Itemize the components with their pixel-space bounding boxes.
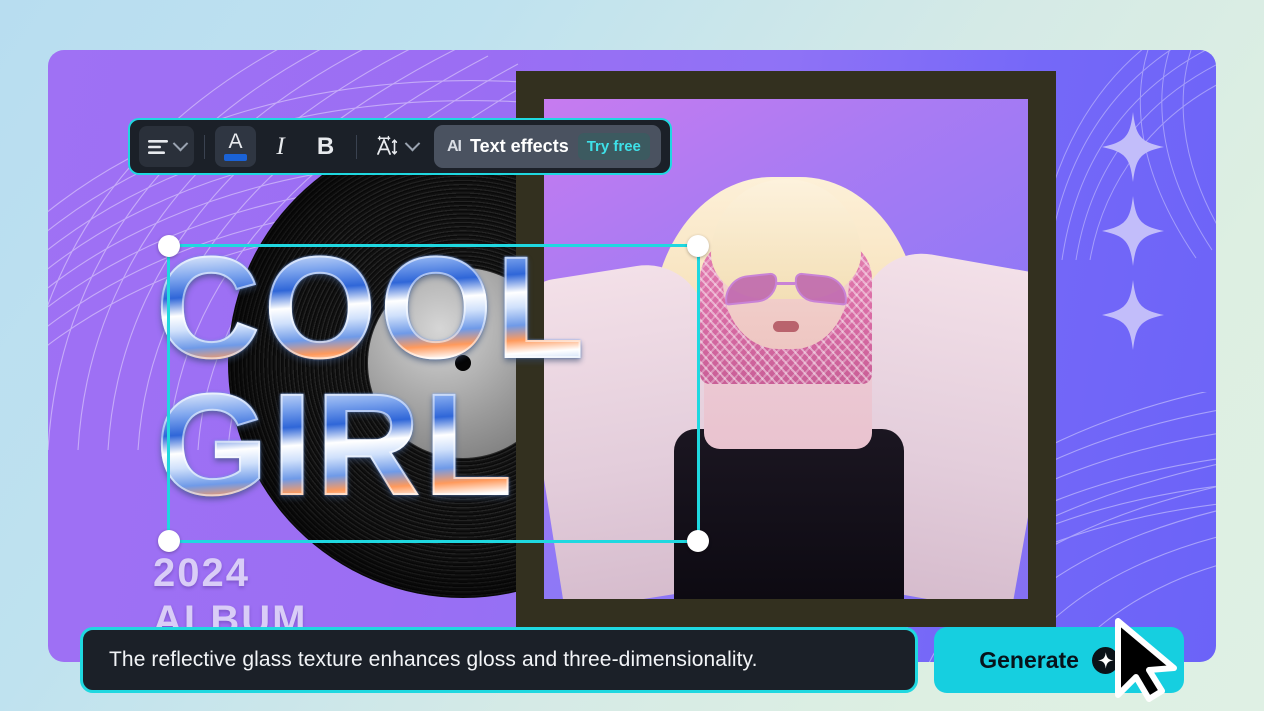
text-color-swatch bbox=[224, 154, 247, 161]
ai-text-effects-label: Text effects bbox=[470, 136, 569, 156]
sparkle-icon bbox=[1102, 196, 1164, 266]
text-format-toolbar[interactable]: A I B AI Text effects Try free bbox=[128, 118, 672, 175]
selection-bounding-box[interactable] bbox=[158, 235, 709, 552]
font-size-button[interactable] bbox=[367, 126, 426, 167]
chevron-down-icon bbox=[404, 135, 421, 152]
toolbar-divider bbox=[356, 134, 357, 159]
italic-icon: I bbox=[276, 133, 285, 160]
sparkle-icon bbox=[1102, 280, 1164, 350]
font-size-icon bbox=[377, 135, 398, 155]
italic-button[interactable]: I bbox=[260, 126, 301, 167]
text-align-button[interactable] bbox=[139, 126, 194, 167]
mouse-pointer-icon bbox=[1115, 618, 1177, 702]
ai-mark-icon: AI bbox=[447, 137, 462, 155]
album-year: 2024 bbox=[153, 550, 250, 595]
model-mouth bbox=[773, 321, 799, 332]
generate-label: Generate bbox=[979, 646, 1079, 673]
selection-handle-bottom-right[interactable] bbox=[687, 530, 709, 552]
text-color-label: A bbox=[228, 130, 243, 153]
try-free-badge[interactable]: Try free bbox=[577, 133, 650, 160]
prompt-input-bar[interactable]: The reflective glass texture enhances gl… bbox=[80, 627, 918, 693]
bold-icon: B bbox=[316, 132, 335, 160]
selection-handle-bottom-left[interactable] bbox=[158, 530, 180, 552]
model-skirt bbox=[674, 429, 904, 599]
ai-text-effects-button[interactable]: AI Text effects Try free bbox=[434, 125, 661, 168]
sparkle-icon bbox=[1102, 112, 1164, 182]
selection-handle-top-right[interactable] bbox=[687, 235, 709, 257]
chevron-down-icon bbox=[172, 135, 189, 152]
sunglasses-icon bbox=[722, 272, 850, 306]
prompt-text[interactable]: The reflective glass texture enhances gl… bbox=[109, 648, 758, 672]
text-color-button[interactable]: A bbox=[215, 126, 256, 167]
bold-button[interactable]: B bbox=[305, 126, 346, 167]
selection-handle-top-left[interactable] bbox=[158, 235, 180, 257]
toolbar-divider bbox=[204, 134, 205, 159]
text-align-left-icon bbox=[148, 139, 168, 154]
sparkle-decoration-group bbox=[1102, 112, 1164, 364]
